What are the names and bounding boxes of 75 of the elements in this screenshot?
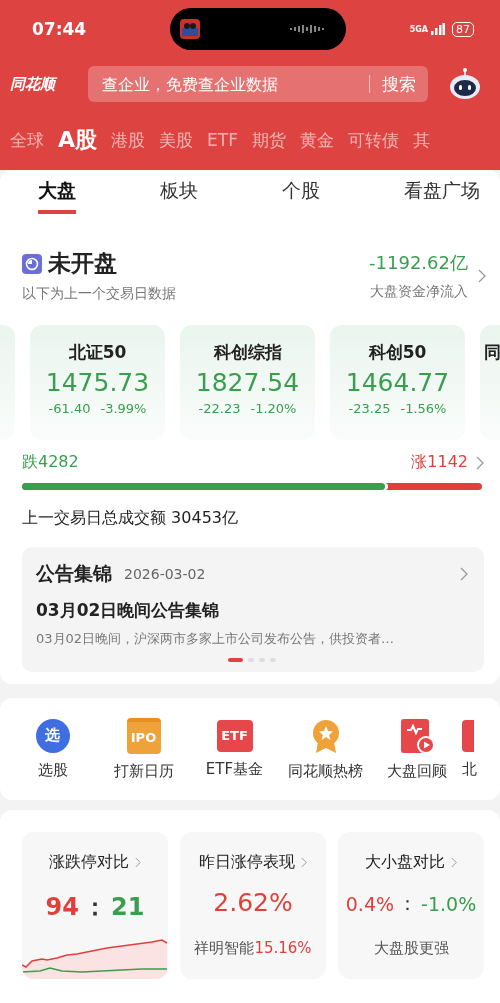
turnover-text: 上一交易日总成交额 30453亿 bbox=[22, 508, 239, 529]
app-logo[interactable]: 同花顺 bbox=[10, 74, 80, 94]
market-tab[interactable]: A股 bbox=[58, 125, 98, 155]
signal-icon bbox=[431, 23, 445, 35]
app-icon[interactable] bbox=[462, 719, 474, 752]
index-change: -61.40 bbox=[48, 401, 91, 416]
etf-icon[interactable]: ETF bbox=[216, 719, 253, 752]
waveform-icon bbox=[289, 24, 324, 34]
index-percent: -3.99% bbox=[100, 401, 147, 416]
notice-card[interactable]: 公告集锦 2026-03-02 03月02日晚间公告集锦 03月02日晚间，沪深两市多家上市公司发布公告，供投资者… bbox=[22, 547, 484, 672]
market-status-title: 未开盘 bbox=[48, 249, 117, 278]
notice-title: 公告集锦 bbox=[36, 561, 112, 586]
falling-count: 跌4282 bbox=[22, 452, 80, 473]
index-change: -23.25 bbox=[348, 401, 391, 416]
chevron-right-icon[interactable] bbox=[478, 268, 486, 283]
stat-title: 涨跌停对比 bbox=[49, 852, 129, 873]
quick-link-label[interactable]: 北 bbox=[462, 759, 477, 779]
clock-icon bbox=[22, 253, 42, 274]
stat-title: 大小盘对比 bbox=[365, 852, 445, 873]
index-name: 科创综指 bbox=[213, 341, 282, 364]
network-label: 5GA bbox=[409, 24, 428, 34]
stat-card[interactable]: 涨跌停对比 94 ： 21 bbox=[22, 832, 168, 979]
chevron-right-icon[interactable] bbox=[460, 567, 468, 581]
index-card[interactable]: 同 bbox=[480, 325, 500, 440]
index-value: 1464.77 bbox=[345, 368, 450, 397]
notice-headline: 03月02日晚间公告集锦 bbox=[36, 599, 221, 622]
index-percent: -1.56% bbox=[400, 401, 447, 416]
ratio-separator: ： bbox=[83, 892, 107, 923]
market-status-note: 以下为上一个交易日数据 bbox=[22, 285, 177, 303]
stat-card[interactable]: 昨日涨停表现 2.62% 祥明智能15.16% bbox=[180, 832, 326, 979]
stat-title: 昨日涨停表现 bbox=[199, 852, 295, 873]
fall-value: -1.0% bbox=[421, 893, 477, 915]
index-card[interactable]: 科创50 1464.77 -23.25 -1.56% bbox=[330, 325, 465, 440]
stat-value: 2.62% bbox=[213, 888, 293, 917]
capital-flow-value: -1192.62亿 bbox=[369, 250, 468, 275]
section-tab[interactable]: 个股 bbox=[282, 178, 320, 214]
search-icon[interactable]: 选 bbox=[35, 718, 70, 753]
index-card[interactable]: 北证50 1475.73 -61.40 -3.99% bbox=[30, 325, 165, 440]
chevron-right-icon[interactable] bbox=[301, 857, 307, 868]
rise-value: 94 bbox=[45, 893, 79, 921]
app-icon bbox=[179, 19, 200, 39]
notice-date: 2026-03-02 bbox=[124, 566, 207, 582]
top-stock-note: 祥明智能15.16% bbox=[194, 939, 312, 958]
quick-link-label[interactable]: 大盘回顾 bbox=[386, 761, 447, 781]
section-tab[interactable]: 看盘广场 bbox=[404, 178, 480, 214]
rise-value: 0.4% bbox=[345, 893, 395, 915]
rising-count: 涨1142 bbox=[411, 452, 468, 473]
ratio-separator: ： bbox=[398, 891, 418, 916]
chevron-right-icon[interactable] bbox=[451, 857, 457, 868]
index-value: 1827.54 bbox=[195, 368, 300, 397]
index-name: 北证50 bbox=[68, 341, 127, 364]
index-change: -22.23 bbox=[198, 401, 241, 416]
quick-link-label[interactable]: 打新日历 bbox=[113, 761, 174, 781]
page-indicator[interactable] bbox=[228, 658, 243, 662]
index-name: 科创50 bbox=[368, 341, 427, 364]
quick-link-label[interactable]: 选股 bbox=[37, 760, 68, 780]
replay-icon[interactable] bbox=[398, 717, 435, 754]
fall-value: 21 bbox=[111, 893, 145, 921]
robot-icon[interactable] bbox=[448, 67, 482, 101]
index-name: 同 bbox=[484, 341, 500, 364]
index-card[interactable]: 科创综指 1827.54 -22.23 -1.20% bbox=[180, 325, 315, 440]
index-percent: -1.20% bbox=[250, 401, 297, 416]
status-time: 07:44 bbox=[32, 19, 87, 39]
notice-summary: 03月02日晚间，沪深两市多家上市公司发布公告，供投资者… bbox=[36, 630, 396, 648]
section-tab[interactable]: 大盘 bbox=[38, 178, 76, 214]
capital-flow-label: 大盘资金净流入 bbox=[370, 282, 468, 301]
battery-indicator: 87 bbox=[452, 21, 474, 37]
quick-link-label[interactable]: ETF基金 bbox=[205, 759, 264, 779]
stat-note: 大盘股更强 bbox=[373, 939, 449, 958]
stat-card[interactable]: 大小盘对比 0.4% ： -1.0% 大盘股更强 bbox=[338, 832, 484, 979]
chevron-right-icon[interactable] bbox=[476, 455, 484, 470]
quick-link-label[interactable]: 同花顺热榜 bbox=[288, 761, 363, 781]
section-tab[interactable]: 板块 bbox=[160, 178, 198, 214]
chevron-right-icon[interactable] bbox=[135, 857, 141, 868]
index-value: 1475.73 bbox=[45, 368, 150, 397]
